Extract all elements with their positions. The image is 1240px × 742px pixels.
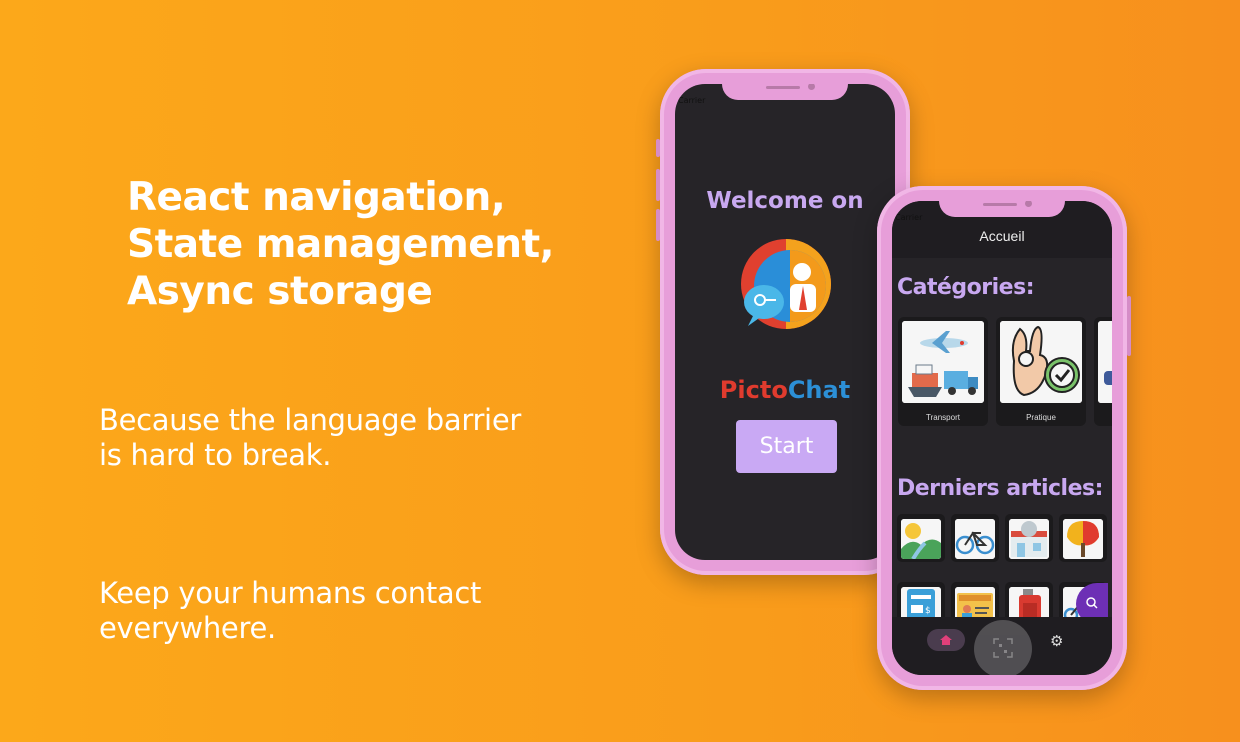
- article-bicycle[interactable]: [951, 514, 999, 562]
- tagline-1-line-2: is hard to break.: [99, 438, 332, 472]
- category-card-partial[interactable]: [1094, 317, 1112, 426]
- category-card-transport[interactable]: Transport: [898, 317, 988, 426]
- phone-notch: [939, 201, 1065, 217]
- phone-welcome: Carrier Welcome on PictoChat Start: [656, 69, 910, 575]
- bicycle-icon: [955, 519, 995, 559]
- categories-title: Catégories:: [897, 275, 1035, 300]
- brand-part-2: Chat: [787, 376, 851, 404]
- tab-scan[interactable]: [974, 620, 1032, 675]
- category-label: Pratique: [1026, 413, 1056, 422]
- article-tree[interactable]: [1059, 514, 1107, 562]
- status-carrier: Carrier: [895, 213, 923, 222]
- tagline-2-line-1: Keep your humans contact: [99, 576, 482, 610]
- phone-power-button: [1127, 296, 1131, 356]
- tagline-1-line-1: Because the language barrier: [99, 403, 521, 437]
- phone-home: Carrier Accueil Catégories: Transport Pr…: [877, 186, 1131, 690]
- front-camera: [808, 84, 815, 90]
- category-label: Transport: [926, 413, 960, 422]
- tab-bar: ⚙: [892, 617, 1112, 675]
- transport-icon: [902, 321, 984, 403]
- brand-part-1: Picto: [719, 376, 788, 404]
- phone-volume-up: [656, 169, 660, 201]
- home-screen: Carrier Accueil Catégories: Transport Pr…: [892, 201, 1112, 675]
- article-restaurant[interactable]: [1005, 514, 1053, 562]
- restaurant-icon: [1009, 519, 1049, 559]
- landscape-icon: [901, 519, 941, 559]
- phone-side-button: [656, 139, 660, 157]
- articles-title: Derniers articles:: [897, 476, 1103, 501]
- speaker-grille: [983, 203, 1017, 206]
- tab-home[interactable]: [927, 629, 965, 651]
- phone-volume-down: [656, 209, 660, 241]
- article-landscape[interactable]: [897, 514, 945, 562]
- headline-line-1: React navigation,: [127, 175, 506, 220]
- phone-notch: [722, 84, 848, 100]
- headline-line-2: State management,: [127, 222, 554, 267]
- ok-hand-icon: [1000, 321, 1082, 403]
- tab-settings[interactable]: ⚙: [1050, 633, 1066, 649]
- scan-icon: [993, 638, 1013, 658]
- welcome-screen: Carrier Welcome on PictoChat Start: [675, 84, 895, 560]
- tree-icon: [1063, 519, 1103, 559]
- pictochat-logo-icon: [741, 239, 831, 329]
- car-icon: [1098, 321, 1112, 403]
- status-carrier: Carrier: [678, 96, 706, 105]
- speaker-grille: [766, 86, 800, 89]
- welcome-title: Welcome on: [706, 188, 864, 214]
- gear-icon: ⚙: [1050, 632, 1064, 650]
- nav-title: Accueil: [979, 228, 1025, 244]
- tagline-language-barrier: Because the language barrier is hard to …: [99, 403, 521, 473]
- brand-name: PictoChat: [675, 376, 895, 404]
- tagline-human-contact: Keep your humans contact everywhere.: [99, 576, 481, 646]
- category-card-pratique[interactable]: Pratique: [996, 317, 1086, 426]
- home-icon: [940, 635, 952, 645]
- svg-text:$: $: [925, 606, 931, 616]
- start-button[interactable]: Start: [736, 420, 837, 473]
- tagline-2-line-2: everywhere.: [99, 611, 276, 645]
- front-camera: [1025, 201, 1032, 207]
- headline-line-3: Async storage: [127, 269, 433, 314]
- headline: React navigation, State management, Asyn…: [127, 174, 554, 315]
